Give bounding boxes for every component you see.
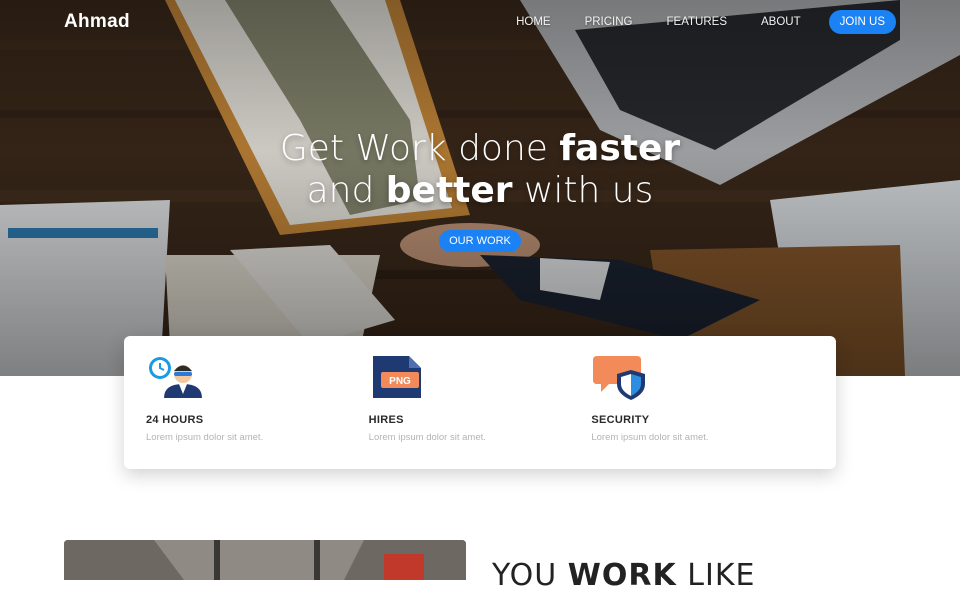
feature-title: SECURITY <box>591 414 650 426</box>
work-photo <box>64 540 466 580</box>
feature-title: HIRES <box>368 414 404 426</box>
heading-bold-text: WORK <box>567 558 677 593</box>
png-file-icon: PNG <box>372 356 421 398</box>
clock-person-icon <box>149 357 202 398</box>
hero-headline: Get Work done faster and better with us <box>0 128 960 212</box>
work-photo-image <box>64 540 466 580</box>
top-nav: HOME PRICING FEATURES ABOUT JOIN US <box>482 10 896 34</box>
headline-light-text: and <box>306 170 386 211</box>
hero-section: Ahmad HOME PRICING FEATURES ABOUT JOIN U… <box>0 0 960 376</box>
headline-light-text: with us <box>512 170 654 211</box>
headline-bold-text: faster <box>559 128 681 169</box>
nav-about[interactable]: ABOUT <box>761 10 801 34</box>
heading-light-text: YOU <box>492 558 568 593</box>
feature-24-hours: 24 HOURS Lorem ipsum dolor sit amet. <box>146 336 369 469</box>
feature-description: Lorem ipsum dolor sit amet. <box>146 432 264 443</box>
features-card: 24 HOURS Lorem ipsum dolor sit amet. PNG… <box>124 336 836 469</box>
nav-features[interactable]: FEATURES <box>667 10 728 34</box>
join-us-button[interactable]: JOIN US <box>828 10 896 34</box>
feature-security: SECURITY Lorem ipsum dolor sit amet. <box>591 336 814 469</box>
section-heading: YOU WORK LIKE <box>492 558 755 593</box>
feature-hires: PNG HIRES Lorem ipsum dolor sit amet. <box>369 336 592 469</box>
svg-text:PNG: PNG <box>389 376 411 387</box>
nav-home[interactable]: HOME <box>516 10 551 34</box>
shield-chat-icon <box>593 356 646 400</box>
heading-light-text: LIKE <box>676 558 756 593</box>
nav-pricing[interactable]: PRICING <box>585 10 633 34</box>
our-work-button[interactable]: OUR WORK <box>439 230 521 252</box>
feature-title: 24 HOURS <box>146 414 204 426</box>
brand-logo[interactable]: Ahmad <box>64 11 130 33</box>
headline-bold-text: better <box>385 170 513 211</box>
feature-description: Lorem ipsum dolor sit amet. <box>368 432 486 443</box>
headline-light-text: Get Work done <box>279 128 560 169</box>
feature-description: Lorem ipsum dolor sit amet. <box>591 432 709 443</box>
